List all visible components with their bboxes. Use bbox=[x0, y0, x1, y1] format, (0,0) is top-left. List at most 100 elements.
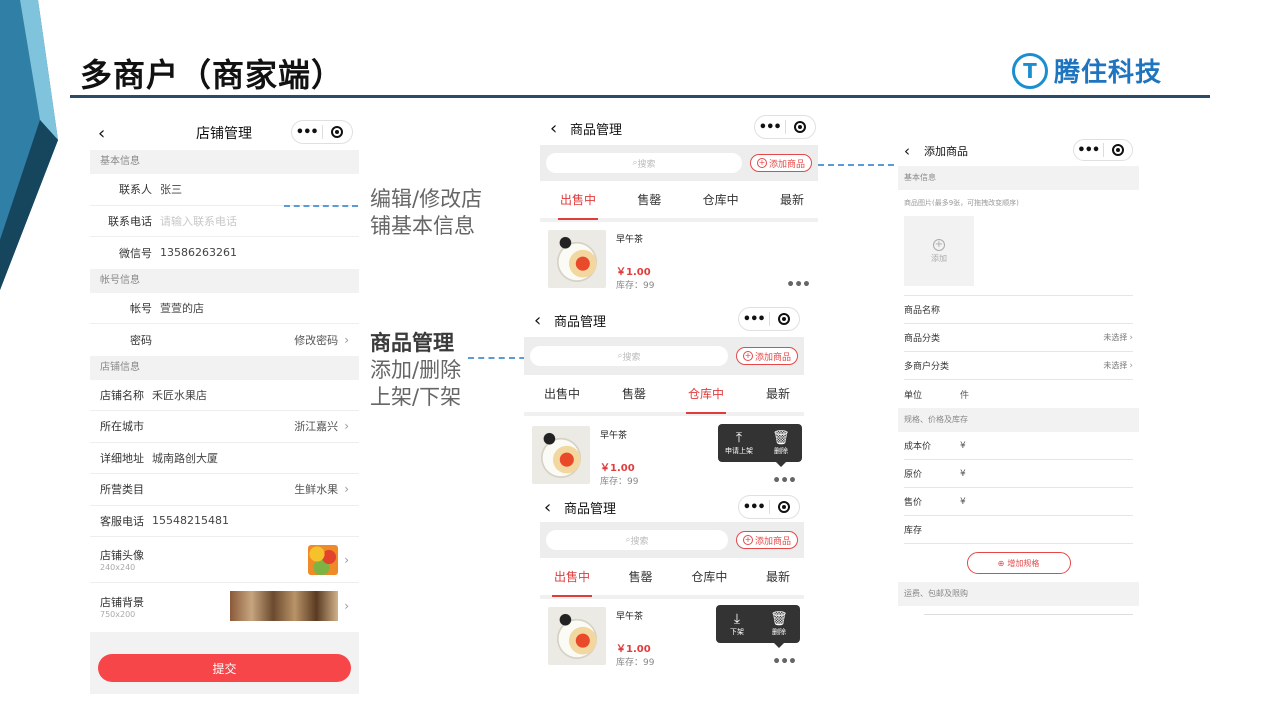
more-icon[interactable]: ••• bbox=[772, 654, 797, 670]
back-icon[interactable]: ‹ bbox=[98, 123, 118, 144]
back-icon[interactable]: ‹ bbox=[534, 310, 554, 331]
unit-row[interactable]: 单位 件 bbox=[904, 380, 1133, 408]
more-menu-icon[interactable]: ••• bbox=[739, 312, 769, 327]
upload-image-button[interactable]: + 添加 bbox=[904, 216, 974, 286]
more-menu-icon[interactable]: ••• bbox=[755, 120, 785, 135]
add-goods-button[interactable]: + 添加商品 bbox=[749, 154, 812, 172]
more-icon[interactable]: ••• bbox=[786, 277, 811, 293]
add-spec-button[interactable]: ⊕ 增加规格 bbox=[966, 552, 1071, 574]
cost-input[interactable]: ¥ bbox=[960, 441, 1133, 451]
logo-text: 腾住科技 bbox=[1054, 58, 1163, 88]
original-price-input[interactable]: ¥ bbox=[960, 469, 1133, 479]
close-target-icon[interactable] bbox=[1104, 144, 1133, 156]
tab-latest[interactable]: 最新 bbox=[766, 375, 790, 412]
wechat-field[interactable]: 13586263261 bbox=[160, 246, 349, 259]
store-name-row[interactable]: 店铺名称 禾匠水果店 bbox=[90, 380, 359, 411]
apply-listing-button[interactable]: ⤒ 申请上架 bbox=[718, 424, 760, 462]
tab-sold-out[interactable]: 售罄 bbox=[622, 375, 646, 412]
delete-button[interactable]: 🗑 删除 bbox=[760, 424, 802, 462]
store-name-field[interactable]: 禾匠水果店 bbox=[152, 387, 349, 403]
merchant-category-label: 多商户分类 bbox=[904, 362, 950, 372]
chevron-right-icon: › bbox=[1129, 360, 1133, 371]
city-row[interactable]: 所在城市 浙江嘉兴 › bbox=[90, 411, 359, 443]
product-item[interactable]: 早午茶 ￥1.00 库存：99 ⤓ 下架 🗑 删除 ••• bbox=[540, 599, 804, 676]
image-label: 商品图片(最多9张，可拖拽改变顺序) bbox=[904, 199, 1019, 207]
add-product-screen: ‹ 添加商品 ••• 基本信息 商品图片(最多9张，可拖拽改变顺序) + 添加 商… bbox=[898, 136, 1139, 628]
delete-button[interactable]: 🗑 删除 bbox=[758, 605, 800, 643]
submit-button[interactable]: 提交 bbox=[98, 654, 351, 682]
store-avatar-image[interactable] bbox=[308, 544, 339, 575]
close-target-icon[interactable] bbox=[770, 501, 800, 513]
back-icon[interactable]: ‹ bbox=[550, 118, 570, 139]
category-row[interactable]: 商品分类 未选择 › bbox=[904, 324, 1133, 352]
original-price-row[interactable]: 原价 ¥ bbox=[904, 460, 1133, 488]
product-stock: 库存：99 bbox=[616, 281, 655, 291]
add-goods-button[interactable]: + 添加商品 bbox=[735, 347, 798, 365]
mini-program-capsule[interactable]: ••• bbox=[291, 120, 353, 144]
store-background-image[interactable] bbox=[230, 591, 339, 621]
tab-latest[interactable]: 最新 bbox=[780, 181, 804, 218]
page-title: 添加商品 bbox=[924, 145, 968, 158]
tab-latest[interactable]: 最新 bbox=[766, 558, 790, 595]
account-field[interactable]: 萱萱的店 bbox=[160, 300, 349, 316]
download-icon: ⤓ bbox=[733, 611, 741, 627]
more-menu-icon[interactable]: ••• bbox=[1074, 143, 1103, 158]
service-phone-row[interactable]: 客服电话 15548215481 bbox=[90, 506, 359, 537]
close-target-icon[interactable] bbox=[786, 121, 816, 133]
merchant-category-row[interactable]: 多商户分类 未选择 › bbox=[904, 352, 1133, 380]
more-menu-icon[interactable]: ••• bbox=[292, 125, 322, 140]
password-row[interactable]: 密码 修改密码 › bbox=[90, 324, 359, 356]
phone-row[interactable]: 联系电话 请输入联系电话 bbox=[90, 206, 359, 237]
unit-input[interactable]: 件 bbox=[960, 388, 1133, 401]
product-item[interactable]: 早午茶 ￥1.00 库存：99 ••• bbox=[540, 222, 818, 297]
search-input[interactable]: ⌕ 搜索 bbox=[546, 530, 728, 550]
tab-sold-out[interactable]: 售罄 bbox=[637, 181, 661, 218]
address-field[interactable]: 城南路创大厦 bbox=[152, 450, 349, 466]
stock-row[interactable]: 库存 bbox=[904, 516, 1133, 544]
merchant-category-value: 未选择 bbox=[1103, 361, 1128, 370]
mini-program-capsule[interactable]: ••• bbox=[754, 115, 816, 139]
tab-selling[interactable]: 出售中 bbox=[557, 181, 599, 220]
mini-program-capsule[interactable]: ••• bbox=[738, 495, 800, 519]
account-row[interactable]: 帐号 萱萱的店 bbox=[90, 293, 359, 324]
close-target-icon[interactable] bbox=[770, 313, 800, 325]
cost-row[interactable]: 成本价 ¥ bbox=[904, 432, 1133, 460]
phone-field[interactable]: 请输入联系电话 bbox=[160, 213, 349, 229]
contact-label: 联系人 bbox=[119, 183, 152, 197]
close-target-icon[interactable] bbox=[323, 126, 353, 138]
contact-field[interactable]: 张三 bbox=[160, 181, 349, 197]
product-stock: 库存：99 bbox=[600, 477, 639, 487]
tab-selling[interactable]: 出售中 bbox=[544, 375, 580, 412]
contact-row[interactable]: 联系人 张三 bbox=[90, 174, 359, 206]
wechat-row[interactable]: 微信号 13586263261 bbox=[90, 237, 359, 269]
background-row[interactable]: 店铺背景 750x200 › bbox=[90, 583, 359, 629]
tab-warehouse[interactable]: 仓库中 bbox=[691, 558, 727, 595]
sale-price-row[interactable]: 售价 ¥ bbox=[904, 488, 1133, 516]
category-row[interactable]: 所营类目 生鲜水果 › bbox=[90, 474, 359, 506]
tab-selling[interactable]: 出售中 bbox=[551, 558, 593, 597]
plus-circle-icon: + bbox=[933, 238, 945, 251]
avatar-row[interactable]: 店铺头像 240x240 › bbox=[90, 537, 359, 583]
more-icon[interactable]: ••• bbox=[772, 473, 797, 489]
more-menu-icon[interactable]: ••• bbox=[739, 500, 769, 515]
back-icon[interactable]: ‹ bbox=[904, 142, 924, 160]
change-password-link[interactable]: 修改密码 bbox=[294, 332, 338, 348]
sale-price-input[interactable]: ¥ bbox=[960, 497, 1133, 507]
add-goods-button[interactable]: + 添加商品 bbox=[735, 531, 798, 549]
chevron-right-icon: › bbox=[344, 482, 349, 497]
tab-warehouse[interactable]: 仓库中 bbox=[703, 181, 739, 218]
product-item[interactable]: 早午茶 ￥1.00 库存：99 ⤒ 申请上架 🗑 删除 ••• bbox=[524, 416, 804, 493]
tab-warehouse[interactable]: 仓库中 bbox=[685, 375, 727, 414]
section-basic: 基本信息 bbox=[90, 150, 359, 174]
mini-program-capsule[interactable]: ••• bbox=[1073, 139, 1133, 161]
address-row[interactable]: 详细地址 城南路创大厦 bbox=[90, 443, 359, 474]
goods-tabs: 出售中 售罄 仓库中 最新 bbox=[540, 558, 804, 599]
mini-program-capsule[interactable]: ••• bbox=[738, 307, 800, 331]
tab-sold-out[interactable]: 售罄 bbox=[629, 558, 653, 595]
service-phone-field[interactable]: 15548215481 bbox=[152, 514, 349, 527]
name-row[interactable]: 商品名称 bbox=[904, 296, 1133, 324]
back-icon[interactable]: ‹ bbox=[544, 497, 564, 518]
delist-button[interactable]: ⤓ 下架 bbox=[716, 605, 758, 643]
search-input[interactable]: ⌕ 搜索 bbox=[546, 153, 742, 173]
search-input[interactable]: ⌕ 搜索 bbox=[530, 346, 728, 366]
